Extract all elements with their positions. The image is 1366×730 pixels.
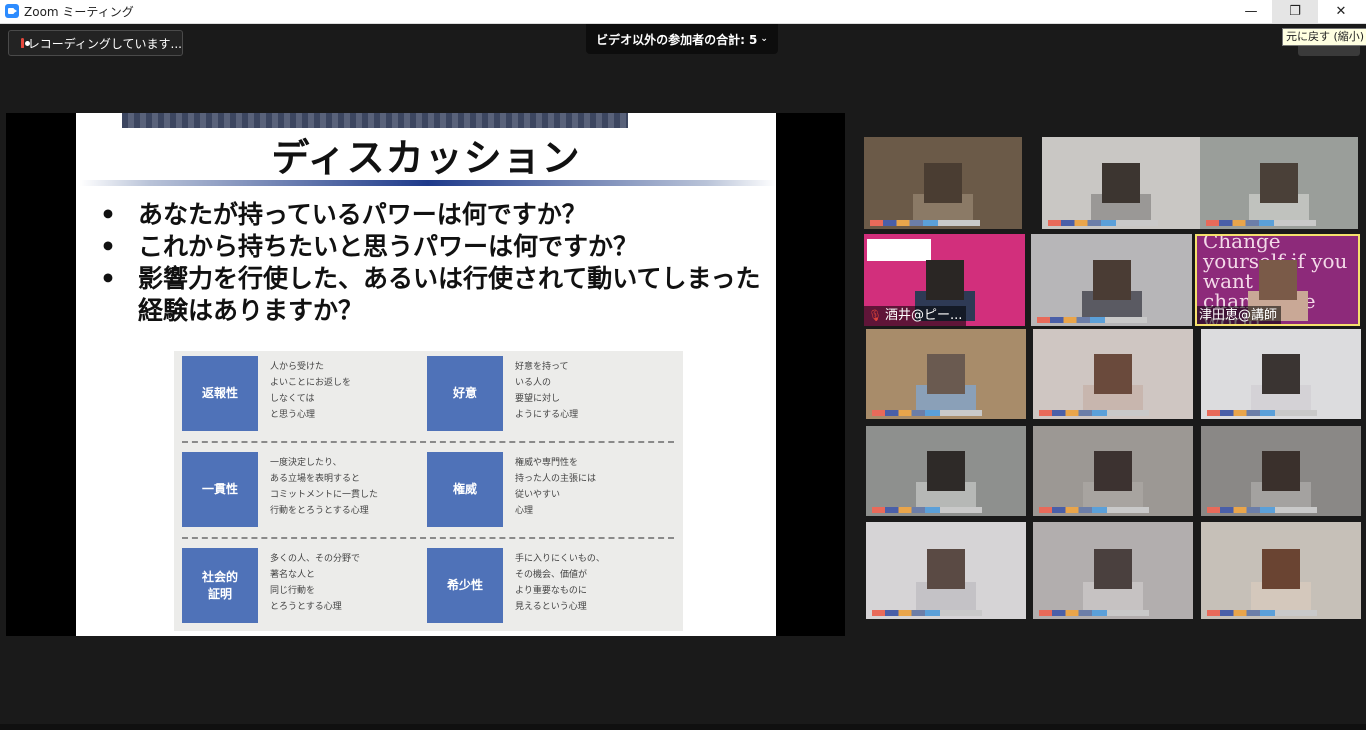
participant-video-tile[interactable] xyxy=(1200,137,1358,229)
company-logo xyxy=(867,239,931,261)
active-speaker-border xyxy=(1195,234,1360,326)
zoom-icon xyxy=(5,4,19,18)
participant-video-tile[interactable] xyxy=(866,426,1026,516)
principle-desc: 好意を持って いる人の 要望に対し ようにする心理 xyxy=(515,362,579,420)
slide-bullets: • あなたが持っているパワーは何ですか？ • これから持ちたいと思うパワーは何で… xyxy=(100,199,770,327)
pixelated-strip xyxy=(872,410,982,416)
participant-face xyxy=(1262,451,1300,492)
principle-desc: 権威や専門性を 持った人の主張には 従いやすい 心理 xyxy=(515,458,597,516)
principle-desc: 多くの人、その分野で 著名な人と 同じ行動を とろうとする心理 xyxy=(270,554,361,612)
principle-label: 社会的 証明 xyxy=(182,548,258,623)
principle-cell: 好意 好意を持って いる人の 要望に対し ようにする心理 xyxy=(419,351,664,433)
bullet-text: 影響力を行使した、あるいは行使されて動いてしまった経験はありますか？ xyxy=(138,264,761,325)
participant-face xyxy=(1260,162,1298,203)
participant-face xyxy=(1092,259,1131,300)
participant-video-tile[interactable]: 🎙 酒井@ピー... xyxy=(864,234,1025,326)
presentation-slide: ディスカッション • あなたが持っているパワーは何ですか？ • これから持ちたい… xyxy=(76,113,776,636)
participants-count-label: ビデオ以外の参加者の合計: 5 xyxy=(596,32,758,47)
participant-face xyxy=(1102,162,1140,203)
diagram-divider xyxy=(182,537,674,539)
close-button[interactable]: ✕ xyxy=(1318,0,1364,23)
participant-face xyxy=(927,549,965,590)
non-video-participants-button[interactable]: ビデオ以外の参加者の合計: 5 ⌄ xyxy=(586,24,778,54)
bullet-marker: • xyxy=(100,264,116,293)
pixelated-strip xyxy=(1039,610,1149,616)
cloud-recording-icon xyxy=(21,38,30,48)
pixelated-strip xyxy=(870,220,980,226)
slide-header-band xyxy=(122,113,628,128)
participant-video-tile[interactable] xyxy=(864,137,1022,229)
participant-video-tile[interactable] xyxy=(1033,426,1193,516)
recording-indicator[interactable]: レコーディングしています... xyxy=(8,30,183,56)
principle-label: 返報性 xyxy=(182,356,258,431)
diagram-divider xyxy=(182,441,674,443)
participant-face xyxy=(1262,549,1300,590)
restore-tooltip: 元に戻す (縮小) xyxy=(1282,28,1366,46)
participant-face xyxy=(1094,354,1132,395)
participant-face xyxy=(924,162,962,203)
pixelated-strip xyxy=(872,610,982,616)
principle-cell: 返報性 人から受けた よいことにお返しを しなくては と思う心理 xyxy=(174,351,419,433)
bottom-edge xyxy=(0,724,1366,730)
participant-face xyxy=(925,259,964,300)
participant-face xyxy=(927,354,965,395)
bullet-marker: • xyxy=(100,232,116,261)
participant-video-tile[interactable] xyxy=(1042,137,1200,229)
participant-name-tag: 🎙 酒井@ピー... xyxy=(864,306,967,326)
bullet-text: あなたが持っているパワーは何ですか？ xyxy=(138,200,587,229)
bullet-item: • あなたが持っているパワーは何ですか？ xyxy=(100,199,770,231)
influence-principles-diagram: 返報性 人から受けた よいことにお返しを しなくては と思う心理 好意 好意を持… xyxy=(174,351,683,631)
participant-video-tile[interactable] xyxy=(866,522,1026,619)
pixelated-strip xyxy=(1039,410,1149,416)
participant-video-tile[interactable] xyxy=(1031,234,1192,326)
principle-label: 一貫性 xyxy=(182,452,258,527)
principle-desc: 手に入りにくいもの、 その機会、価値が より重要なものに 見えるという心理 xyxy=(515,554,605,612)
principle-cell: 社会的 証明 多くの人、その分野で 著名な人と 同じ行動を とろうとする心理 xyxy=(174,543,419,625)
principle-desc: 人から受けた よいことにお返しを しなくては と思う心理 xyxy=(270,362,352,420)
participant-name: 酒井@ピー... xyxy=(884,308,963,323)
principle-desc: 一度決定したり、 ある立場を表明すると コミットメントに一貫した 行動をとろうと… xyxy=(270,458,379,516)
principle-cell: 権威 権威や専門性を 持った人の主張には 従いやすい 心理 xyxy=(419,447,664,529)
participant-face xyxy=(1262,354,1300,395)
minimize-button[interactable]: — xyxy=(1228,0,1274,23)
principle-label: 希少性 xyxy=(427,548,503,623)
shared-screen[interactable]: ディスカッション • あなたが持っているパワーは何ですか？ • これから持ちたい… xyxy=(6,113,845,636)
principle-cell: 希少性 手に入りにくいもの、 その機会、価値が より重要なものに 見えるという心… xyxy=(419,543,664,625)
window-titlebar: Zoom ミーティング — ❐ ✕ xyxy=(0,0,1366,24)
participant-video-tile[interactable]: Change yourself if you want to change th… xyxy=(1195,234,1360,326)
pixelated-strip xyxy=(1207,507,1317,513)
participant-video-tile[interactable] xyxy=(1201,329,1361,419)
participant-face xyxy=(927,451,965,492)
participant-video-tile[interactable] xyxy=(1033,522,1193,619)
slide-divider xyxy=(80,180,776,186)
pixelated-strip xyxy=(1207,410,1317,416)
pixelated-strip xyxy=(1039,507,1149,513)
bullet-marker: • xyxy=(100,200,116,229)
bullet-text: これから持ちたいと思うパワーは何ですか？ xyxy=(138,232,639,261)
pixelated-strip xyxy=(1048,220,1158,226)
pixelated-strip xyxy=(872,507,982,513)
pixelated-strip xyxy=(1206,220,1316,226)
chevron-down-icon: ⌄ xyxy=(760,34,768,44)
restore-button[interactable]: ❐ xyxy=(1272,0,1318,23)
pixelated-strip xyxy=(1207,610,1317,616)
participant-face xyxy=(1094,549,1132,590)
principle-cell: 一貫性 一度決定したり、 ある立場を表明すると コミットメントに一貫した 行動を… xyxy=(174,447,419,529)
bullet-item: • 影響力を行使した、あるいは行使されて動いてしまった経験はありますか？ xyxy=(100,263,770,327)
principle-label: 権威 xyxy=(427,452,503,527)
participant-video-tile[interactable] xyxy=(1033,329,1193,419)
participant-video-tile[interactable] xyxy=(1201,522,1361,619)
recording-label: レコーディングしています... xyxy=(27,36,182,51)
principle-label: 好意 xyxy=(427,356,503,431)
participant-video-tile[interactable] xyxy=(1201,426,1361,516)
slide-title: ディスカッション xyxy=(271,136,581,180)
participant-video-tile[interactable] xyxy=(866,329,1026,419)
pixelated-strip xyxy=(1037,317,1147,323)
mic-muted-icon: 🎙 xyxy=(868,309,882,322)
participant-face xyxy=(1094,451,1132,492)
window-title: Zoom ミーティング xyxy=(24,5,134,19)
bullet-item: • これから持ちたいと思うパワーは何ですか？ xyxy=(100,231,770,263)
